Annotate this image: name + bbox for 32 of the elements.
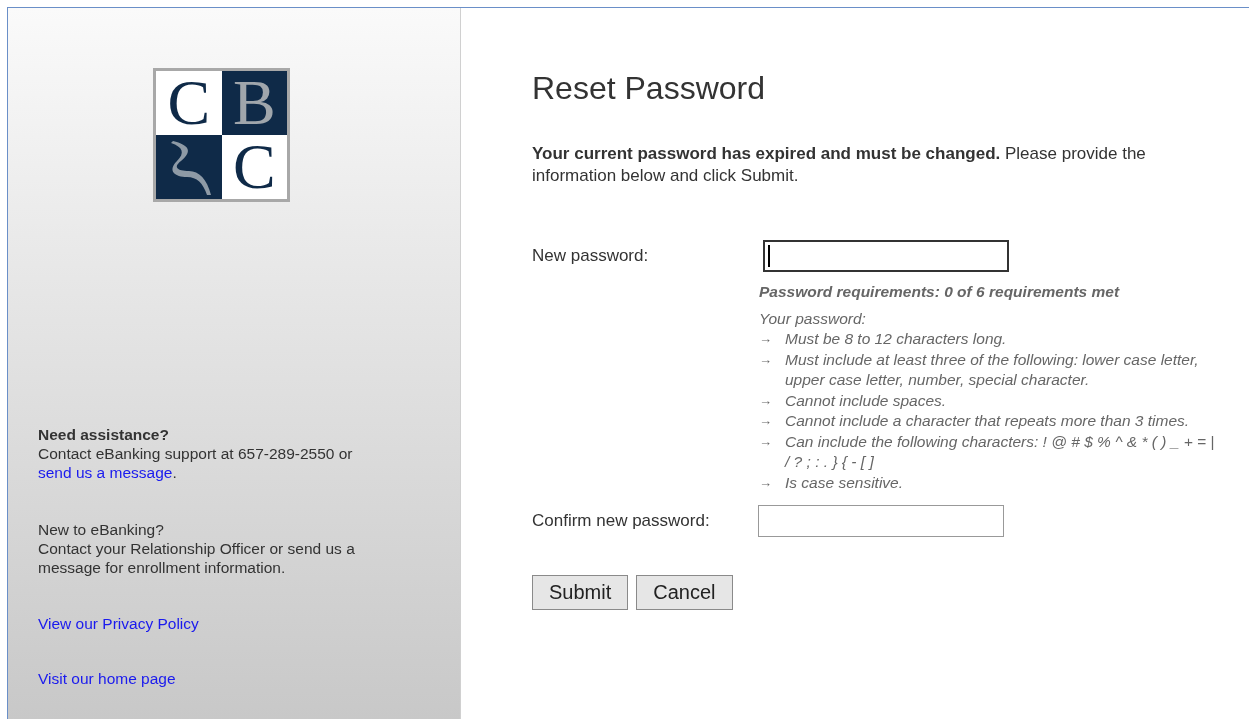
arrow-icon: → xyxy=(759,349,785,391)
arrow-icon: → xyxy=(759,329,785,350)
requirements-lead: Your password: xyxy=(759,308,867,329)
logo-letter: B xyxy=(232,71,276,135)
requirement-text: Cannot include spaces. xyxy=(785,390,947,411)
sidebar-link[interactable]: Visit our home page xyxy=(38,670,176,688)
form-button[interactable]: Cancel xyxy=(636,575,733,610)
requirement-text: Must be 8 to 12 characters long. xyxy=(785,329,1007,349)
message-link[interactable]: send us a message xyxy=(38,464,173,481)
intro-text: Your current password has expired and must be changed. Please provide the information below and click Submit. xyxy=(532,143,1147,187)
requirement-text: Must include at least three of the following: lower case letter, upper case letter, number, special character. xyxy=(785,349,1200,390)
confirm-password-field[interactable] xyxy=(758,505,1004,537)
requirement-text: Is case sensitive. xyxy=(785,472,904,493)
logo-letter: C xyxy=(232,135,276,199)
sidebar-link[interactable]: View our Privacy Policy xyxy=(38,615,199,633)
requirement-text: Cannot include a character that repeats more than 3 times. xyxy=(785,411,1190,431)
requirements-heading: Password requirements: 0 of 6 requirements met xyxy=(759,282,1121,302)
arrow-icon: → xyxy=(759,411,785,432)
field-label: Confirm new password: xyxy=(532,511,711,531)
requirement-text: Can include the following characters: ! @ # $ % ^ & * ( ) _ + = | / ? ; : . } { - [ ] xyxy=(785,431,1216,472)
help-heading: New to eBanking? xyxy=(38,520,165,539)
arrow-icon: → xyxy=(759,390,785,411)
logo-letter: C xyxy=(167,71,211,135)
arrow-icon: → xyxy=(759,472,785,493)
new-password-field[interactable] xyxy=(763,240,1009,272)
arrow-icon: → xyxy=(759,431,785,473)
help-text: Contact eBanking support at 657-289-2550 or send us a message. xyxy=(38,444,354,482)
page-title: Reset Password xyxy=(532,70,766,107)
field-label: New password: xyxy=(532,246,650,266)
help-text: Contact your Relationship Officer or send us a message for enrollment information. xyxy=(38,539,356,577)
form-button[interactable]: Submit xyxy=(532,575,629,610)
help-heading: Need assistance? xyxy=(38,425,170,444)
